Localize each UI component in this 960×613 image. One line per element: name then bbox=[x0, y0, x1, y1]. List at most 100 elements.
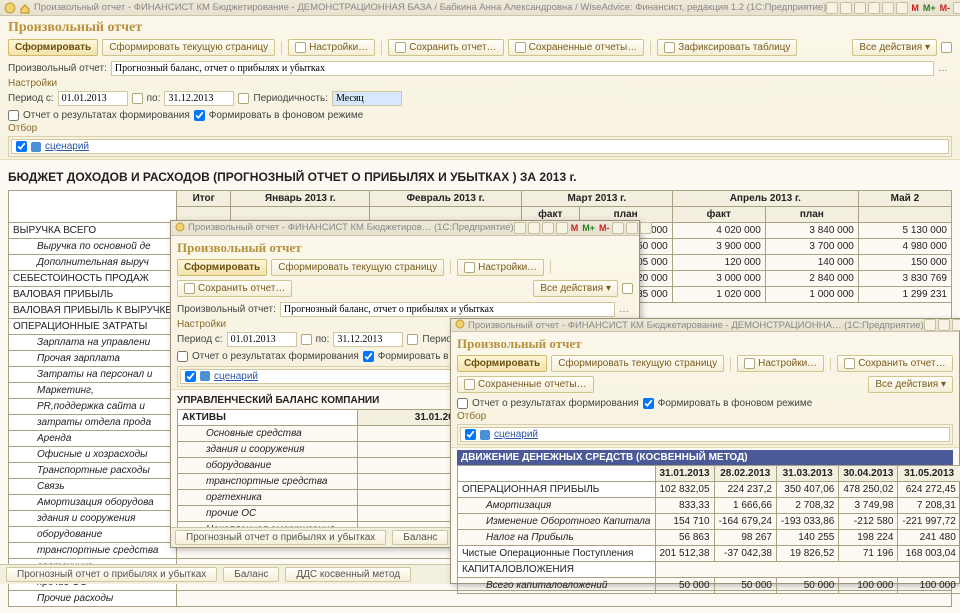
form-page-button[interactable]: Сформировать текущую страницу bbox=[271, 259, 444, 276]
all-actions-button[interactable]: Все действия ▾ bbox=[533, 280, 618, 297]
tool-icon[interactable] bbox=[840, 2, 852, 14]
calendar-icon[interactable] bbox=[301, 334, 312, 345]
tool-icon[interactable] bbox=[528, 222, 540, 234]
date-from-input[interactable] bbox=[58, 91, 128, 106]
date-to-input[interactable] bbox=[164, 91, 234, 106]
close-icon[interactable] bbox=[640, 222, 652, 234]
saved-reports-button[interactable]: Сохраненные отчеты… bbox=[508, 39, 645, 56]
tool-icon[interactable] bbox=[924, 319, 936, 331]
date-from-input[interactable] bbox=[227, 332, 297, 347]
sub-window-dds: Произвольный отчет - ФИНАНСИСТ КМ Бюджет… bbox=[450, 318, 960, 584]
ellipsis-icon[interactable]: … bbox=[938, 63, 952, 74]
tool-icon[interactable] bbox=[952, 319, 960, 331]
results-checkbox[interactable] bbox=[177, 351, 188, 362]
app-icon bbox=[4, 2, 16, 14]
tool-icon[interactable] bbox=[938, 319, 950, 331]
settings-section-label: Настройки bbox=[8, 78, 952, 89]
m-minus-icon[interactable]: M- bbox=[599, 223, 610, 233]
status-tab[interactable]: Прогнозный отчет о прибылях и убытках bbox=[6, 567, 217, 582]
status-tab[interactable]: Баланс bbox=[392, 530, 448, 545]
tool-icon[interactable] bbox=[868, 2, 880, 14]
calendar-icon[interactable] bbox=[407, 334, 418, 345]
sub-window-titlebar[interactable]: Произвольный отчет - ФИНАНСИСТ КМ Бюджет… bbox=[451, 319, 959, 332]
settings-button[interactable]: Настройки… bbox=[457, 259, 544, 276]
report-label: Произвольный отчет: bbox=[8, 63, 107, 74]
results-checkbox[interactable] bbox=[8, 110, 19, 121]
settings-button[interactable]: Настройки… bbox=[737, 355, 824, 372]
calendar-icon[interactable] bbox=[238, 93, 249, 104]
minimize-icon[interactable] bbox=[953, 2, 960, 14]
app-icon bbox=[175, 222, 185, 234]
tool-icon[interactable] bbox=[896, 2, 908, 14]
page-title: Произвольный отчет bbox=[8, 20, 952, 36]
form-page-button[interactable]: Сформировать текущую страницу bbox=[102, 39, 275, 56]
ellipsis-icon[interactable]: … bbox=[619, 304, 633, 315]
form-button[interactable]: Сформировать bbox=[8, 39, 98, 56]
maximize-icon[interactable] bbox=[626, 222, 638, 234]
tool-icon[interactable] bbox=[514, 222, 526, 234]
separator bbox=[650, 41, 651, 55]
help-icon[interactable] bbox=[941, 42, 952, 53]
gear-icon bbox=[295, 42, 306, 53]
save-report-button[interactable]: Сохранить отчет… bbox=[837, 355, 952, 372]
status-tab[interactable]: ДДС косвенный метод bbox=[285, 567, 411, 582]
scenario-filter[interactable]: сценарий bbox=[460, 427, 950, 442]
background-checkbox[interactable] bbox=[194, 110, 205, 121]
report-title: БЮДЖЕТ ДОХОДОВ И РАСХОДОВ (ПРОГНОЗНЫЙ ОТ… bbox=[8, 170, 952, 184]
status-tab[interactable]: Прогнозный отчет о прибылях и убытках bbox=[175, 530, 386, 545]
minimize-icon[interactable] bbox=[612, 222, 624, 234]
tool-icon[interactable] bbox=[556, 222, 568, 234]
status-tab[interactable]: Баланс bbox=[223, 567, 279, 582]
titlebar-tools: M M+ M- bbox=[826, 2, 960, 14]
save-icon bbox=[844, 358, 855, 369]
settings-button[interactable]: Настройки… bbox=[288, 39, 375, 56]
m-plus-icon[interactable]: M+ bbox=[582, 223, 595, 233]
m-minus-icon[interactable]: M- bbox=[940, 3, 951, 13]
tool-icon[interactable] bbox=[542, 222, 554, 234]
open-icon bbox=[515, 42, 526, 53]
help-icon[interactable] bbox=[622, 283, 633, 294]
report-select-input[interactable] bbox=[280, 302, 615, 317]
table-row: КАПИТАЛОВЛОЖЕНИЯ bbox=[458, 562, 960, 578]
tool-icon[interactable] bbox=[854, 2, 866, 14]
tool-icon[interactable] bbox=[882, 2, 894, 14]
fix-table-button[interactable]: Зафиксировать таблицу bbox=[657, 39, 797, 56]
results-checkbox[interactable] bbox=[457, 398, 468, 409]
sub-window-titlebar[interactable]: Произвольный отчет - ФИНАНСИСТ КМ Бюджет… bbox=[171, 221, 639, 236]
main-window-titlebar: Произвольный отчет - ФИНАНСИСТ КМ Бюджет… bbox=[0, 0, 960, 16]
saved-reports-button[interactable]: Сохраненные отчеты… bbox=[457, 376, 594, 393]
table-header-row: ИтогЯнварь 2013 г.Февраль 2013 г.Март 20… bbox=[9, 191, 952, 207]
scenario-icon bbox=[480, 430, 490, 440]
calendar-icon[interactable] bbox=[132, 93, 143, 104]
scenario-checkbox[interactable] bbox=[16, 141, 27, 152]
save-icon bbox=[395, 42, 406, 53]
page-title: Произвольный отчет bbox=[177, 240, 633, 256]
date-to-input[interactable] bbox=[333, 332, 403, 347]
open-icon bbox=[464, 379, 475, 390]
report-select-input[interactable] bbox=[111, 61, 934, 76]
m-minus-icon[interactable]: M bbox=[911, 3, 919, 13]
table-row: Налог на Прибыль56 86398 267140 255198 2… bbox=[458, 530, 960, 546]
page-header: Произвольный отчет Сформировать Сформиро… bbox=[0, 16, 960, 160]
background-checkbox[interactable] bbox=[643, 398, 654, 409]
save-report-button[interactable]: Сохранить отчет… bbox=[177, 280, 292, 297]
form-page-button[interactable]: Сформировать текущую страницу bbox=[551, 355, 724, 372]
home-icon[interactable] bbox=[19, 2, 31, 14]
m-plus-minus-icon[interactable]: M+ bbox=[923, 3, 936, 13]
scenario-link[interactable]: сценарий bbox=[45, 141, 89, 152]
m-icon[interactable]: M bbox=[571, 223, 579, 233]
form-button[interactable]: Сформировать bbox=[177, 259, 267, 276]
save-report-button[interactable]: Сохранить отчет… bbox=[388, 39, 503, 56]
form-button[interactable]: Сформировать bbox=[457, 355, 547, 372]
all-actions-button[interactable]: Все действия ▾ bbox=[868, 376, 953, 393]
periodicity-input[interactable] bbox=[332, 91, 402, 106]
gear-icon bbox=[744, 358, 755, 369]
table-row: Всего капиталовложений50 00050 00050 000… bbox=[458, 578, 960, 594]
background-checkbox[interactable] bbox=[363, 351, 374, 362]
table-row: ОПЕРАЦИОННАЯ ПРИБЫЛЬ102 832,05224 237,23… bbox=[458, 482, 960, 498]
save-icon bbox=[184, 283, 195, 294]
all-actions-button[interactable]: Все действия ▾ bbox=[852, 39, 937, 56]
page-title: Произвольный отчет bbox=[457, 336, 953, 352]
tool-icon[interactable] bbox=[826, 2, 838, 14]
scenario-filter[interactable]: сценарий bbox=[11, 139, 949, 154]
